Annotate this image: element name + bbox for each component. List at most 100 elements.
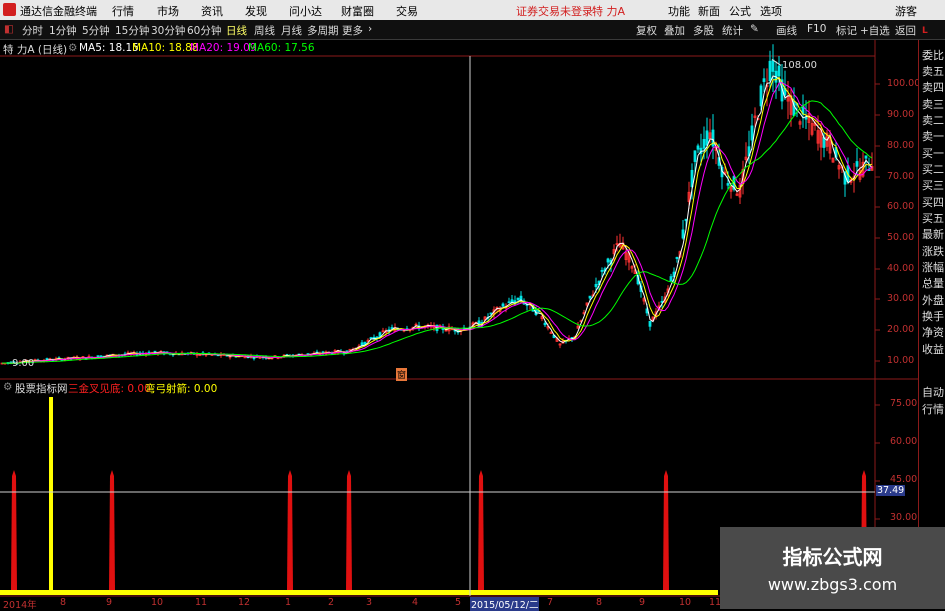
- panel-item-buy4[interactable]: 买四: [921, 195, 945, 211]
- candle-body: [489, 312, 493, 315]
- date-tick: 8: [60, 597, 67, 608]
- candle-body: [864, 155, 868, 159]
- candle-body: [693, 150, 697, 162]
- candle-body: [759, 85, 763, 107]
- panel-item-auto[interactable]: 自动: [921, 385, 945, 401]
- indicator-tick: 45.00: [890, 474, 918, 485]
- indicator-tick: 60.00: [890, 436, 918, 447]
- candle-body: [507, 301, 511, 304]
- candle-body: [594, 283, 598, 288]
- price-tick: 10.00: [887, 355, 915, 366]
- date-tick: 11: [195, 597, 208, 608]
- candle-body: [669, 276, 673, 282]
- candle-body: [696, 145, 700, 150]
- signal-bar-red: [478, 470, 484, 590]
- chart-frame: [0, 40, 918, 597]
- candle-body: [705, 130, 709, 146]
- panel-item-weibi[interactable]: 委比: [921, 48, 945, 64]
- date-tick: 8: [596, 597, 603, 608]
- date-tick: 9: [106, 597, 113, 608]
- price-tick: 100.00: [887, 78, 921, 89]
- indicator-line1: 三金叉见底: 0.00: [68, 383, 151, 395]
- candle-body: [681, 229, 685, 239]
- signal-bar-red: [109, 470, 115, 590]
- date-tick: 12: [238, 597, 251, 608]
- panel-item-buy3[interactable]: 买三: [921, 178, 945, 194]
- price-tick: 90.00: [887, 109, 915, 120]
- price-tick: 50.00: [887, 232, 915, 243]
- candle-body: [543, 322, 547, 326]
- candle-body: [516, 297, 520, 300]
- watermark-overlay: 指标公式网 www.zbgs3.com: [720, 527, 945, 609]
- candle-body: [771, 59, 775, 72]
- panel-item-change-pct[interactable]: 涨幅: [921, 260, 945, 276]
- watermark-title: 指标公式网: [782, 545, 883, 569]
- candle-body: [648, 320, 652, 327]
- price-tick: 20.00: [887, 324, 915, 335]
- price-tick: 70.00: [887, 171, 915, 182]
- candle-body: [588, 295, 592, 299]
- candle-body: [390, 327, 394, 329]
- panel-item-quote[interactable]: 行情: [921, 402, 945, 418]
- price-tick: 60.00: [887, 201, 915, 212]
- candle-body: [360, 342, 364, 346]
- panel-item-volume[interactable]: 总量: [921, 276, 945, 292]
- indicator-tick: 75.00: [890, 398, 918, 409]
- candle-body: [600, 270, 604, 272]
- candle-body: [777, 65, 781, 77]
- panel-item-turnover[interactable]: 换手: [921, 309, 945, 325]
- quote-side-panel: L 委比 卖五 卖四 卖三 卖二 卖一 买一 买二 买三 买四 买五 最新 涨跌…: [918, 26, 945, 609]
- signal-bar-yellow: [49, 397, 53, 590]
- candle-body: [252, 357, 256, 360]
- date-tick: 10: [679, 597, 692, 608]
- panel-item-buy2[interactable]: 买二: [921, 162, 945, 178]
- panel-item-sell3[interactable]: 卖三: [921, 97, 945, 113]
- signal-bar-red: [287, 470, 293, 590]
- chart-canvas[interactable]: [0, 0, 945, 609]
- date-tick: 5: [455, 597, 462, 608]
- indicator-gear-icon[interactable]: ⚙: [3, 381, 12, 393]
- panel-corner-icon[interactable]: L: [922, 26, 928, 36]
- panel-item-latest[interactable]: 最新: [921, 227, 945, 243]
- date-tick: 10: [151, 597, 164, 608]
- panel-item-buy1[interactable]: 买一: [921, 146, 945, 162]
- indicator-name[interactable]: 股票指标网: [15, 381, 68, 396]
- panel-item-net-assets[interactable]: 净资: [921, 325, 945, 341]
- panel-item-sell5[interactable]: 卖五: [921, 64, 945, 80]
- gap-marker[interactable]: 窗: [396, 368, 408, 381]
- panel-item-outer[interactable]: 外盘: [921, 293, 945, 309]
- panel-item-earnings[interactable]: 收益: [921, 342, 945, 358]
- date-tick: 9: [639, 597, 646, 608]
- signal-bar-red: [346, 470, 352, 590]
- price-tick: 40.00: [887, 263, 915, 274]
- ma5-line: [1, 75, 873, 364]
- candle-body: [702, 139, 706, 149]
- indicator-tick: 30.00: [890, 512, 918, 523]
- candle-body: [675, 256, 679, 259]
- panel-item-sell2[interactable]: 卖二: [921, 113, 945, 129]
- signal-bar-red: [663, 470, 669, 590]
- crosshair-value-tag: 37.49: [876, 485, 906, 496]
- indicator-header: ⚙ 股票指标网 三金叉见底: 0.00 弯弓射箭: 0.00: [0, 381, 875, 395]
- ma20-line: [1, 82, 873, 364]
- indicator-line2: 弯弓射箭: 0.00: [145, 383, 218, 395]
- panel-item-sell1[interactable]: 卖一: [921, 129, 945, 145]
- date-tick: 1: [285, 597, 292, 608]
- price-tick: 30.00: [887, 293, 915, 304]
- candle-body: [855, 161, 859, 167]
- candle-body: [750, 125, 754, 141]
- date-tick: 3: [366, 597, 373, 608]
- date-tick: 2: [328, 597, 335, 608]
- candle-body: [726, 183, 730, 186]
- date-tick: 7: [547, 597, 554, 608]
- panel-item-sell4[interactable]: 卖四: [921, 80, 945, 96]
- candlestick-series: [0, 44, 874, 366]
- peak-price-label: 108.00: [782, 60, 817, 71]
- candle-body: [501, 303, 505, 307]
- low-price-label: 9.00: [12, 358, 35, 369]
- watermark-url: www.zbgs3.com: [767, 575, 898, 594]
- panel-item-buy5[interactable]: 买五: [921, 211, 945, 227]
- panel-item-change[interactable]: 涨跌: [921, 244, 945, 260]
- baseline-band: [0, 590, 718, 595]
- price-tick: 80.00: [887, 140, 915, 151]
